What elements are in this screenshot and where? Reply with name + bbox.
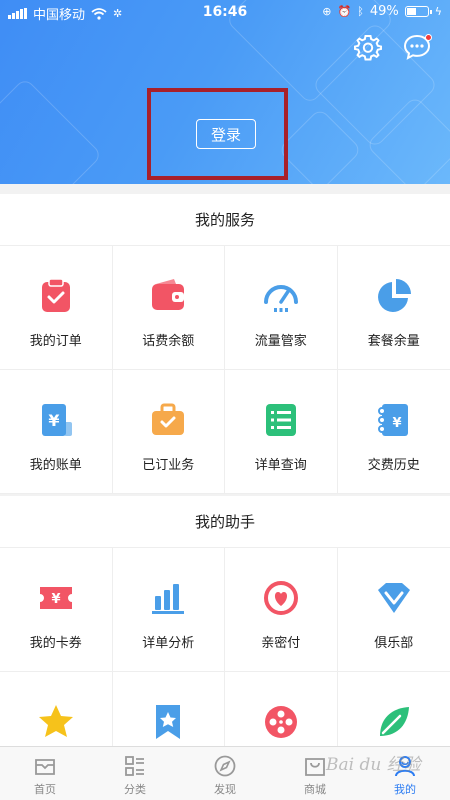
messages-button[interactable] — [402, 32, 432, 62]
battery-icon — [404, 6, 432, 17]
compass-icon — [214, 755, 236, 777]
gear-icon — [354, 35, 382, 61]
order-clipboard-icon — [41, 278, 70, 312]
assistant-section: 我的助手 ¥ 我的卡券 详单分析 亲密付 俱乐部我的收藏消息订阅我的电影成长值 — [0, 496, 450, 746]
grid-item-label: 详单查询 — [254, 458, 307, 473]
svg-text:¥: ¥ — [48, 411, 59, 430]
section-title: 我的服务 — [0, 194, 450, 246]
bottom-tab-bar: 首页 分类 发现 商城 我的 — [0, 746, 450, 800]
yuan-notebook-icon: ¥ — [377, 404, 408, 436]
grid-item-list[interactable]: 详单查询 — [225, 370, 338, 494]
grid-item-leaf[interactable]: 成长值 — [338, 672, 450, 746]
bluetooth-icon: ᛒ — [357, 5, 364, 18]
grid-item-label: 我的订单 — [29, 334, 82, 349]
grid-item-label: 我的卡券 — [29, 636, 82, 651]
pie-chart-icon — [377, 279, 411, 312]
tab-shopping-bag[interactable]: 商城 — [270, 747, 360, 800]
assistant-grid: ¥ 我的卡券 详单分析 亲密付 俱乐部我的收藏消息订阅我的电影成长值 — [0, 548, 450, 746]
bookmark-star-icon — [156, 705, 181, 739]
services-section: 我的服务 我的订单 话费余额 流量管家 套餐余量 ¥ 我的账单 已订业务 详单查询 ¥ 交费历史 — [0, 194, 450, 494]
grid-item-label: 流量管家 — [254, 334, 307, 349]
tab-home[interactable]: 首页 — [0, 747, 90, 800]
tab-label: 商城 — [304, 783, 326, 796]
tab-label: 发现 — [214, 783, 236, 796]
tab-category[interactable]: 分类 — [90, 747, 180, 800]
yuan-bill-icon: ¥ — [41, 404, 72, 436]
alarm-icon: ⏰ — [337, 5, 352, 18]
battery-percent: 49% — [369, 4, 399, 19]
grid-item-label: 已订业务 — [142, 458, 195, 473]
coupon-icon: ¥ — [39, 587, 72, 609]
heart-circle-icon — [263, 581, 298, 615]
services-grid: 我的订单 话费余额 流量管家 套餐余量 ¥ 我的账单 已订业务 详单查询 ¥ 交费历史 — [0, 246, 450, 494]
grid-item-order-clipboard[interactable]: 我的订单 — [0, 246, 113, 370]
grid-item-star[interactable]: 我的收藏 — [0, 672, 113, 746]
speedometer-icon — [263, 285, 298, 312]
star-icon — [38, 705, 73, 737]
home-icon — [35, 759, 55, 775]
tab-user[interactable]: 我的 — [360, 747, 450, 800]
tab-compass[interactable]: 发现 — [180, 747, 270, 800]
grid-item-label: 详单分析 — [142, 636, 195, 651]
profile-header: 中国移动 ✲ 16:46 ⊕ ⏰ ᛒ 49% ϟ 登录 — [0, 0, 450, 184]
grid-item-label: 亲密付 — [261, 636, 301, 651]
grid-item-coupon[interactable]: ¥ 我的卡券 — [0, 548, 113, 672]
tab-label: 我的 — [394, 783, 416, 796]
grid-item-label: 俱乐部 — [374, 636, 414, 651]
grid-item-wallet[interactable]: 话费余额 — [112, 246, 225, 370]
grid-item-bar-chart[interactable]: 详单分析 — [112, 548, 225, 672]
battery-level — [406, 8, 417, 15]
grid-item-label: 话费余额 — [142, 334, 195, 349]
grid-item-label: 我的账单 — [29, 458, 82, 473]
grid-item-bookmark-star[interactable]: 消息订阅 — [113, 672, 225, 746]
diamond-icon — [377, 583, 410, 613]
grid-item-briefcase[interactable]: 已订业务 — [112, 370, 225, 494]
film-reel-icon — [264, 706, 297, 738]
leaf-icon — [379, 707, 409, 736]
wallet-icon — [152, 279, 185, 310]
list-icon — [265, 404, 296, 436]
bar-chart-icon — [152, 584, 185, 614]
svg-text:¥: ¥ — [392, 416, 401, 431]
section-title: 我的助手 — [0, 496, 450, 548]
grid-item-label: 套餐余量 — [367, 334, 420, 349]
grid-item-diamond[interactable]: 俱乐部 — [337, 548, 450, 672]
shopping-bag-icon — [305, 758, 325, 776]
user-icon — [395, 756, 415, 777]
grid-item-heart-circle[interactable]: 亲密付 — [225, 548, 338, 672]
grid-item-film-reel[interactable]: 我的电影 — [225, 672, 338, 746]
tab-label: 首页 — [34, 783, 56, 796]
grid-item-speedometer[interactable]: 流量管家 — [225, 246, 338, 370]
grid-item-label: 交费历史 — [367, 458, 420, 473]
grid-item-yuan-bill[interactable]: ¥ 我的账单 — [0, 370, 113, 494]
tab-label: 分类 — [124, 783, 146, 796]
grid-item-yuan-notebook[interactable]: ¥ 交费历史 — [337, 370, 450, 494]
status-bar: 中国移动 ✲ 16:46 ⊕ ⏰ ᛒ 49% ϟ — [0, 0, 450, 24]
grid-item-pie-chart[interactable]: 套餐余量 — [337, 246, 450, 370]
rotation-lock-icon: ⊕ — [322, 5, 332, 18]
briefcase-icon — [152, 403, 185, 435]
login-button[interactable]: 登录 — [196, 119, 256, 149]
header-decoration — [0, 77, 103, 184]
charging-icon: ϟ — [434, 5, 442, 18]
svg-text:¥: ¥ — [51, 592, 60, 607]
settings-button[interactable] — [354, 33, 382, 61]
category-icon — [125, 756, 144, 776]
unread-badge — [425, 34, 432, 41]
